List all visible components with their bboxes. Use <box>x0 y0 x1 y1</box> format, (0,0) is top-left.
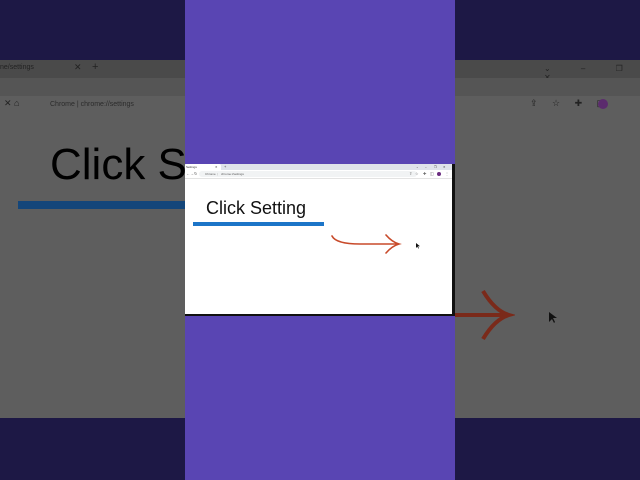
background-heading-underline <box>18 201 188 209</box>
background-heading: Click S <box>50 140 187 189</box>
heading-underline <box>193 222 324 226</box>
plus-icon: + <box>92 61 99 73</box>
close-icon: ✕ <box>74 62 82 72</box>
arrow-icon <box>455 289 515 341</box>
url-separator: | <box>217 172 218 176</box>
page-title: Click Setting <box>206 198 307 218</box>
avatar <box>598 99 608 109</box>
url-site-chip: Chrome <box>205 172 216 176</box>
cursor-icon <box>549 312 557 323</box>
extensions-icon[interactable]: ✚ <box>423 171 426 177</box>
menu-icon[interactable]: ⋮ <box>445 171 449 177</box>
url-text: chrome://settings <box>221 172 244 176</box>
address-bar[interactable]: Chrome | chrome://settings <box>199 171 417 177</box>
share-icon[interactable]: ⇪ <box>409 171 412 177</box>
arrow-icon <box>331 234 402 254</box>
browser-toolbar: ← → ↻ Chrome | chrome://settings ⇪ ☆ ✚ ◫… <box>185 170 452 179</box>
background-url: Chrome | chrome://settings <box>50 101 134 108</box>
reload-button[interactable]: ↻ <box>194 170 197 178</box>
cursor-icon <box>416 243 420 249</box>
browser-window: Settings ✕ + ⌄ – ❐ ✕ ← → ↻ Chrome | chro… <box>185 164 455 316</box>
side-panel-icon[interactable]: ◫ <box>430 171 434 177</box>
avatar[interactable] <box>437 172 441 176</box>
background-nav-icons: ✕ ⌂ <box>4 98 20 108</box>
background-tab-title: ne/settings <box>0 64 34 71</box>
bookmark-icon[interactable]: ☆ <box>415 171 419 177</box>
